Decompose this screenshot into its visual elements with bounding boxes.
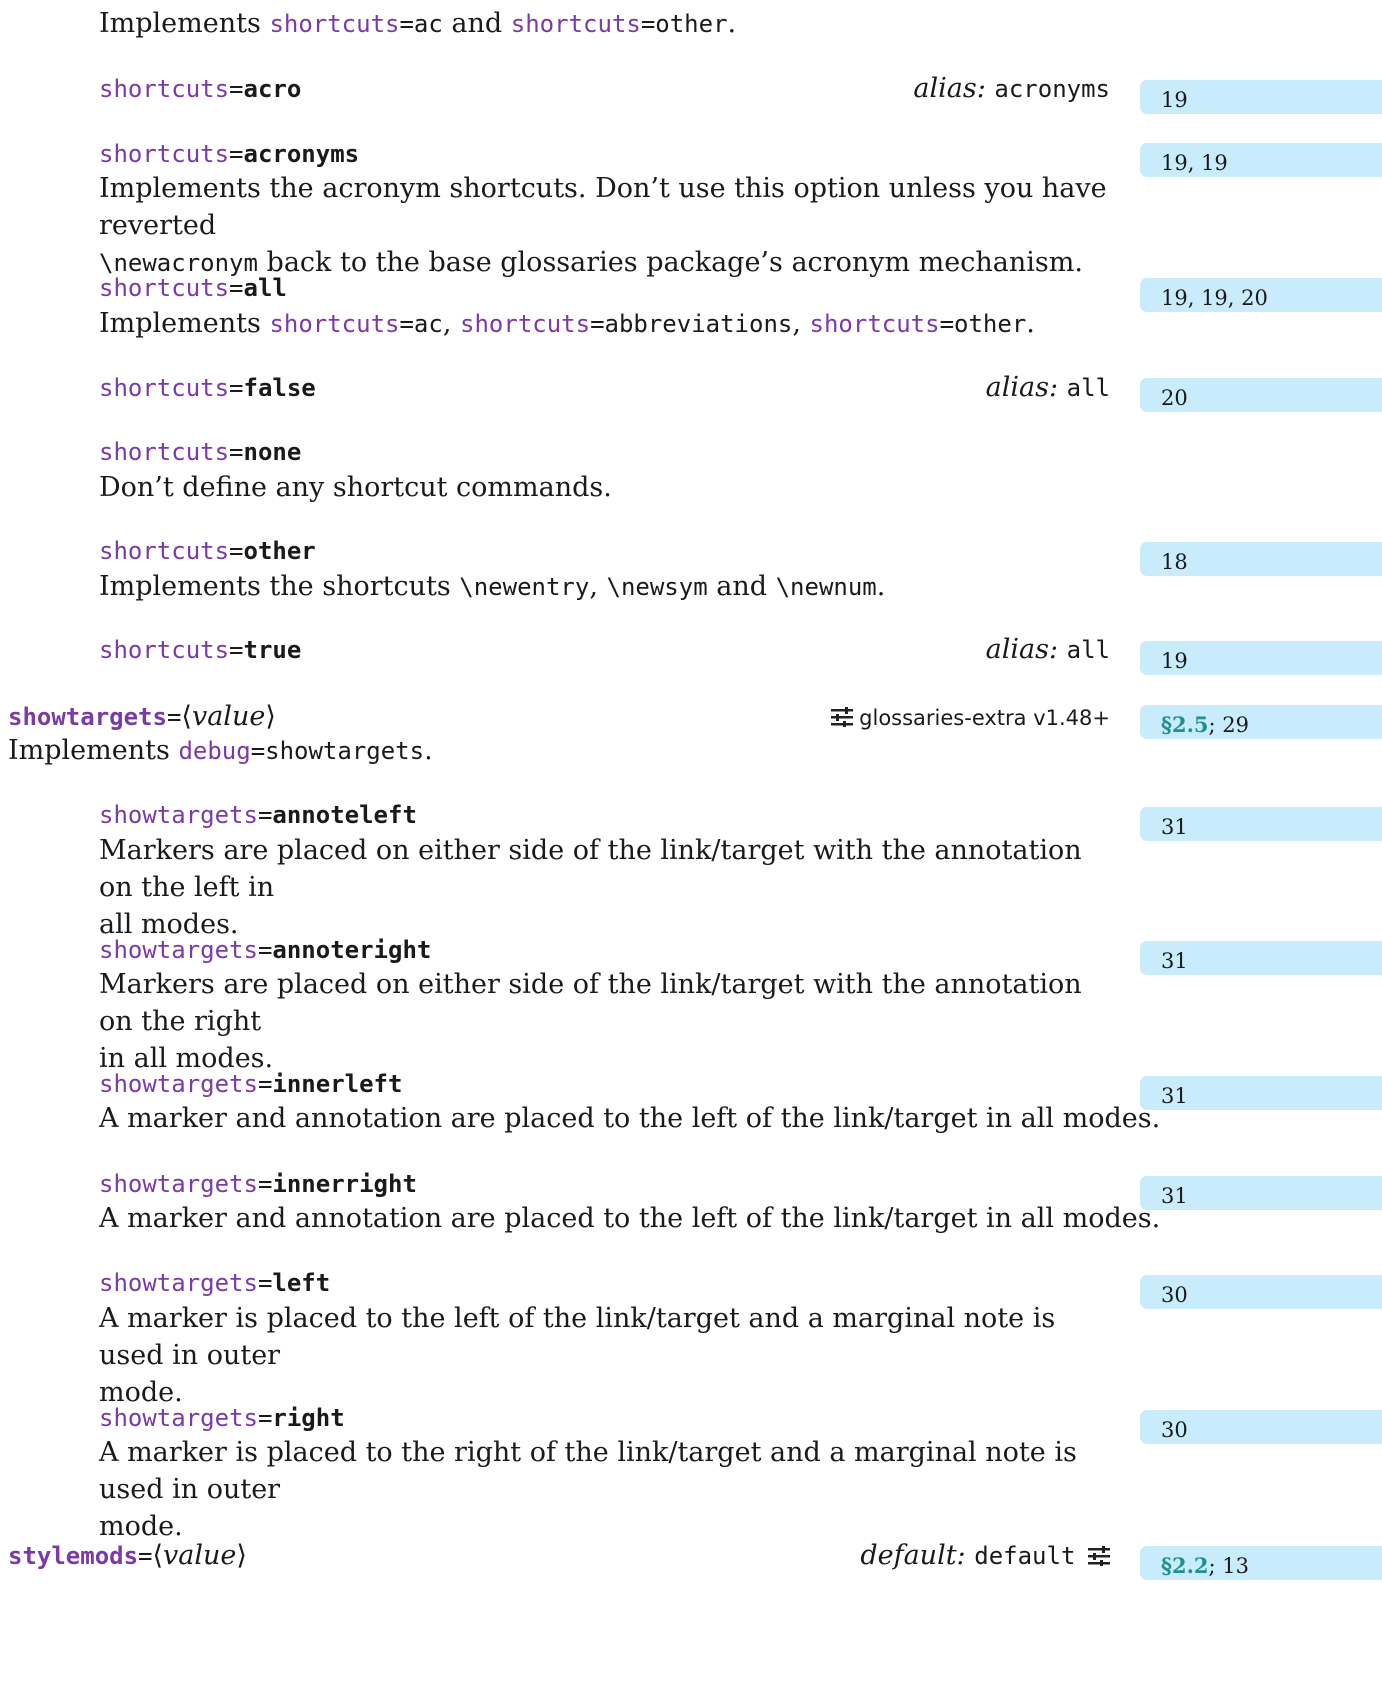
- top-description: Implements shortcuts=ac and shortcuts=ot…: [99, 8, 737, 39]
- option-link[interactable]: debug: [178, 737, 250, 765]
- entry-shortcuts-other: shortcuts=other: [99, 537, 316, 565]
- alias-note: alias: all: [985, 634, 1110, 665]
- option-stylemods: stylemods=⟨value⟩: [8, 1540, 247, 1571]
- page-refs[interactable]: 31: [1140, 941, 1382, 975]
- entry-showtargets-left: showtargets=left: [99, 1269, 331, 1297]
- default-note: default: default: [860, 1538, 1110, 1574]
- entry-shortcuts-false: shortcuts=false: [99, 374, 316, 402]
- entry-shortcuts-all: shortcuts=all: [99, 274, 287, 302]
- entry-description: Implements the shortcuts \newentry, \new…: [99, 571, 886, 602]
- sliders-icon: [831, 707, 854, 727]
- option-link[interactable]: shortcuts: [511, 10, 641, 38]
- sliders-icon: [1088, 1546, 1110, 1566]
- entry-description: A marker and annotation are placed to th…: [99, 1103, 1161, 1134]
- page-refs[interactable]: 31: [1140, 1076, 1382, 1110]
- alias-note: alias: all: [985, 372, 1110, 403]
- entry-description: Implements the acronym shortcuts. Don’t …: [99, 173, 1107, 278]
- page-refs[interactable]: 31: [1140, 1176, 1382, 1210]
- entry-showtargets-innerright: showtargets=innerright: [99, 1170, 417, 1198]
- section-refs[interactable]: §2.5; 29: [1140, 705, 1382, 739]
- option-link[interactable]: shortcuts: [810, 310, 940, 338]
- entry-description: Don’t define any shortcut commands.: [99, 472, 612, 503]
- entry-description: A marker is placed to the right of the l…: [99, 1437, 1077, 1542]
- entry-description: Markers are placed on either side of the…: [99, 835, 1082, 940]
- option-link[interactable]: shortcuts: [460, 310, 590, 338]
- entry-shortcuts-acronyms: shortcuts=acronyms: [99, 140, 360, 168]
- page-refs[interactable]: 20: [1140, 378, 1382, 412]
- page-refs[interactable]: 30: [1140, 1275, 1382, 1309]
- section-refs[interactable]: §2.2; 13: [1140, 1546, 1382, 1580]
- entry-showtargets-annoteright: showtargets=annoteright: [99, 936, 432, 964]
- package-version-note: glossaries-extra v1.48+: [831, 699, 1110, 736]
- alias-note: alias: acronyms: [913, 73, 1110, 104]
- entry-shortcuts-acro: shortcuts=acro: [99, 75, 302, 103]
- option-link[interactable]: shortcuts: [269, 310, 399, 338]
- option-link[interactable]: shortcuts: [269, 10, 399, 38]
- option-showtargets: showtargets=⟨value⟩: [8, 701, 276, 732]
- entry-showtargets-annoteleft: showtargets=annoteleft: [99, 801, 417, 829]
- page-refs[interactable]: 19: [1140, 80, 1382, 114]
- page-refs[interactable]: 31: [1140, 807, 1382, 841]
- entry-shortcuts-true: shortcuts=true: [99, 636, 302, 664]
- page-refs[interactable]: 19, 19: [1140, 143, 1382, 177]
- page-refs[interactable]: 18: [1140, 542, 1382, 576]
- page-refs[interactable]: 30: [1140, 1410, 1382, 1444]
- entry-description: Implements shortcuts=ac, shortcuts=abbre…: [99, 308, 1035, 339]
- page-refs[interactable]: 19: [1140, 641, 1382, 675]
- entry-description: A marker and annotation are placed to th…: [99, 1203, 1161, 1234]
- page-refs[interactable]: 19, 19, 20: [1140, 278, 1382, 312]
- entry-showtargets-right: showtargets=right: [99, 1404, 345, 1432]
- entry-showtargets-innerleft: showtargets=innerleft: [99, 1070, 403, 1098]
- option-description: Implements debug=showtargets.: [8, 735, 433, 766]
- entry-shortcuts-none: shortcuts=none: [99, 438, 302, 466]
- entry-description: A marker is placed to the left of the li…: [99, 1303, 1056, 1408]
- entry-description: Markers are placed on either side of the…: [99, 969, 1082, 1074]
